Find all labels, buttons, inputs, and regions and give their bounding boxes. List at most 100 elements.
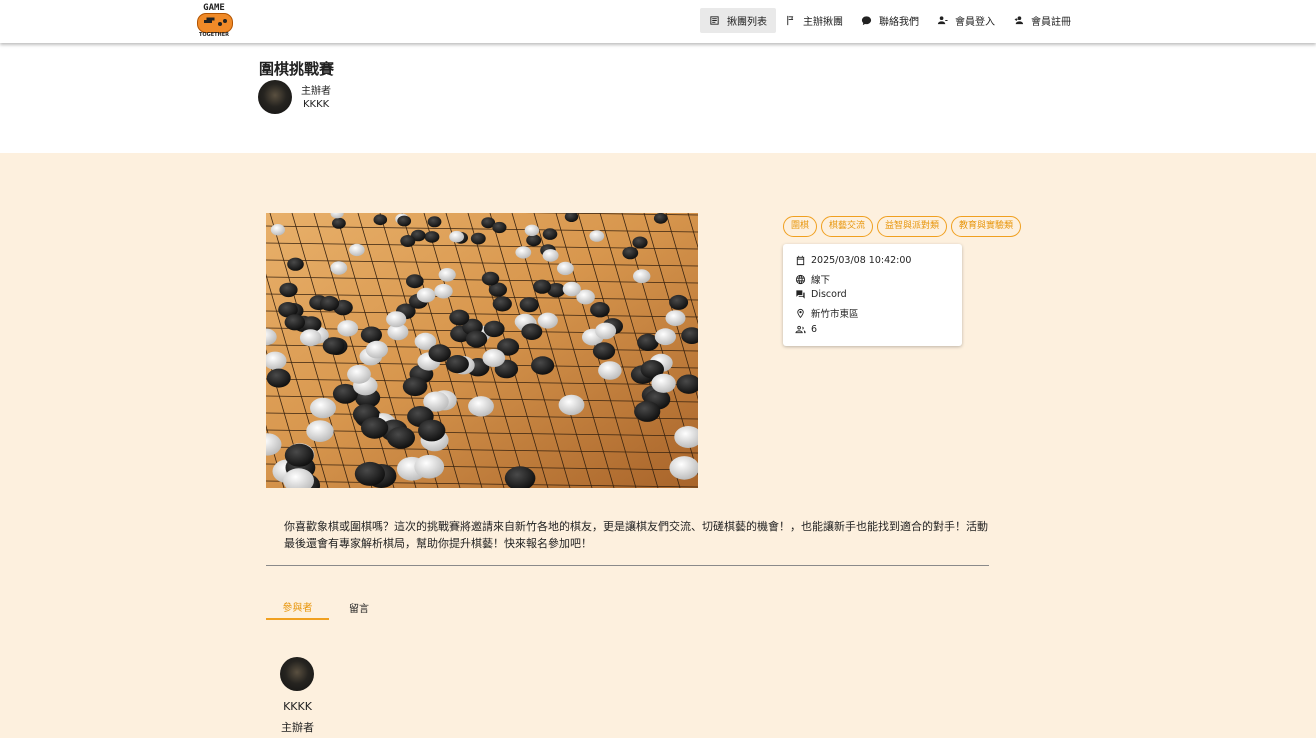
main-nav: 揪團列表 主辦揪團 聯絡我們 會員登入 會員註冊 — [700, 8, 1080, 33]
go-stone — [622, 246, 639, 260]
top-navbar: GAME TOGETHER 揪團列表 主辦揪團 聯絡我們 會員登入 會員註冊 — [0, 0, 1316, 43]
go-stone — [299, 329, 322, 347]
globe-icon — [795, 274, 806, 284]
go-stone — [470, 232, 486, 245]
section-divider — [266, 565, 989, 566]
logo-top-text: GAME — [203, 3, 225, 13]
tag-chip[interactable]: 教育與實驗類 — [951, 216, 1022, 237]
login-user-icon — [937, 16, 948, 25]
go-stone — [449, 230, 464, 243]
go-stone — [526, 234, 542, 247]
go-stone — [483, 320, 505, 338]
go-stone — [322, 337, 345, 355]
go-stone — [347, 364, 371, 384]
go-stone — [557, 261, 574, 276]
go-stone — [402, 376, 428, 397]
go-stone — [386, 311, 407, 328]
go-stone — [589, 230, 605, 242]
flag-icon — [787, 15, 794, 26]
tag-chip[interactable]: 益智與派對類 — [877, 216, 948, 237]
go-stone — [521, 323, 543, 340]
go-stone — [519, 297, 539, 313]
info-location-value: 新竹市東區 — [811, 309, 859, 320]
info-datetime-value: 2025/03/08 10:42:00 — [811, 255, 912, 266]
go-stone — [590, 302, 610, 318]
info-mode: 線下 — [795, 272, 830, 286]
go-stone — [542, 249, 559, 262]
info-platform-value: Discord — [811, 289, 847, 300]
register-user-icon — [1014, 16, 1024, 25]
go-stone — [360, 326, 382, 344]
info-participants-value: 6 — [811, 324, 818, 335]
calendar-icon — [796, 255, 805, 266]
nav-item-label: 會員登入 — [955, 17, 995, 28]
go-stone — [270, 224, 285, 236]
nav-item-label: 會員註冊 — [1031, 17, 1071, 28]
tag-chip[interactable]: 棋藝交流 — [821, 216, 874, 237]
go-board-photo — [266, 213, 698, 488]
people-icon — [795, 325, 806, 334]
go-stone — [653, 213, 668, 224]
info-mode-value: 線下 — [811, 275, 831, 286]
forum-icon — [796, 290, 805, 299]
go-stone — [416, 287, 436, 303]
event-header — [0, 43, 1316, 153]
organizer-avatar[interactable] — [258, 80, 292, 114]
go-stone — [468, 396, 494, 417]
go-stone — [562, 281, 581, 297]
event-photo — [266, 213, 698, 488]
event-description: 你喜歡象棋或圍棋嗎？這次的挑戰賽將邀請來自新竹各地的棋友，更是讓棋友們交流、切磋… — [284, 520, 988, 550]
go-stone — [654, 328, 676, 346]
go-stone — [434, 283, 453, 299]
participant-avatar[interactable] — [280, 657, 314, 691]
gamepad-icon — [197, 13, 233, 33]
go-stone — [418, 419, 446, 442]
go-stone — [406, 274, 424, 289]
tab-comments[interactable]: 留言 — [330, 594, 388, 620]
go-stone — [598, 361, 622, 380]
tag-list: 圍棋 棋藝交流 益智與派對類 教育與實驗類 — [783, 216, 1025, 237]
game-together-logo[interactable]: GAME TOGETHER — [193, 3, 235, 41]
go-stone — [632, 236, 648, 249]
go-stone — [349, 243, 365, 257]
go-stone — [445, 355, 469, 374]
go-stone — [387, 426, 415, 449]
go-stone — [310, 397, 336, 419]
organizer-role: 主辦者 — [301, 86, 331, 97]
info-participants: 6 — [795, 324, 817, 335]
go-stone — [319, 295, 340, 312]
go-stone — [449, 309, 470, 326]
nav-item-host-event[interactable]: 主辦揪團 — [776, 8, 852, 33]
go-stone — [492, 221, 507, 234]
nav-item-register[interactable]: 會員註冊 — [1004, 8, 1080, 33]
go-stone — [481, 271, 500, 286]
go-stone — [465, 330, 488, 348]
go-stone — [537, 312, 558, 329]
nav-item-contact[interactable]: 聯絡我們 — [852, 8, 928, 33]
go-stone — [524, 224, 540, 236]
nav-item-login[interactable]: 會員登入 — [928, 8, 1004, 33]
go-stone — [633, 269, 651, 284]
location-pin-icon — [797, 308, 804, 318]
go-stone — [284, 443, 314, 467]
list-icon — [710, 16, 719, 25]
go-stone — [515, 246, 532, 259]
go-stone — [279, 282, 298, 298]
go-stone — [284, 314, 305, 331]
tag-chip[interactable]: 圍棋 — [783, 216, 818, 237]
go-stone — [492, 296, 512, 312]
tab-participants[interactable]: 參與者 — [266, 594, 329, 620]
go-stone — [533, 279, 552, 294]
go-stone — [669, 456, 698, 480]
go-stone — [595, 322, 617, 340]
go-stone — [400, 235, 416, 247]
go-stone — [332, 217, 346, 229]
go-stone — [438, 268, 456, 282]
nav-item-event-list[interactable]: 揪團列表 — [700, 8, 776, 33]
go-stone — [592, 342, 616, 360]
go-stone — [669, 294, 689, 310]
go-stone — [542, 228, 558, 240]
organizer-name: KKKK — [303, 99, 330, 110]
logo-bottom-text: TOGETHER — [198, 32, 230, 38]
go-stone — [354, 461, 385, 486]
